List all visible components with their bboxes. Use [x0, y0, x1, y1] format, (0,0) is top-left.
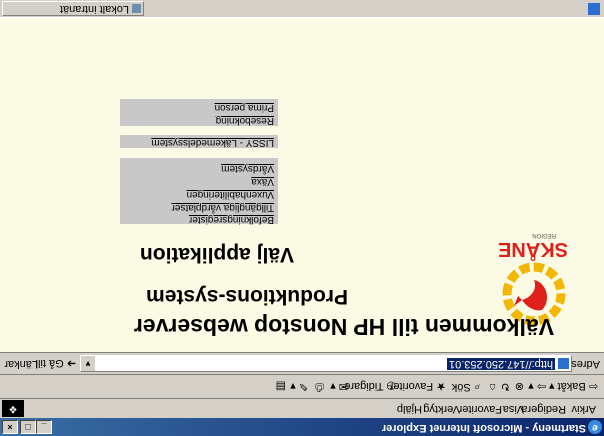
favorites-icon: ★: [436, 380, 446, 392]
page-status-icon: [588, 3, 600, 15]
toolbar: ⇦ Bakåt ▾ ⇨ ▾ ⊗ ↻ ⌂ ⌕ Sök ★ Favoriter ◷ …: [0, 374, 604, 398]
refresh-icon: ↻: [500, 380, 510, 392]
refresh-button[interactable]: ↻: [501, 380, 510, 393]
history-icon: ◷: [386, 380, 396, 392]
print-button[interactable]: ⎙: [315, 380, 324, 393]
address-dropdown-button[interactable]: ▼: [81, 356, 95, 371]
ie-icon: e: [588, 420, 602, 434]
logo-subtext: REGION: [532, 232, 556, 238]
back-arrow-icon: ⇦: [588, 380, 598, 392]
mail-button[interactable]: ✉ ▾: [330, 380, 348, 393]
go-arrow-icon: ➔: [66, 357, 76, 369]
forward-arrow-icon: ⇨: [536, 380, 546, 392]
application-group-3: Prima person Resebokning: [120, 99, 278, 126]
discuss-icon: ▤: [275, 380, 286, 392]
link-vuxenhabiliteringen[interactable]: Vuxenhabiliteringen: [187, 189, 274, 200]
menu-favoriter[interactable]: Favoriter: [459, 403, 502, 415]
close-button[interactable]: ×: [2, 420, 18, 434]
search-icon: ⌕: [473, 381, 480, 393]
title-bar: e Startmeny - Microsoft Internet Explore…: [0, 418, 604, 436]
application-group-1: Vårdsystem Växa Vuxenhabiliteringen Till…: [120, 158, 278, 225]
link-lissy[interactable]: LISSY - Läkemedelssystem: [151, 137, 274, 148]
link-befolkningsregister[interactable]: Befolkningsregister: [189, 214, 274, 225]
menu-arkiv[interactable]: Arkiv: [572, 403, 596, 415]
menu-bar: Arkiv Redigera Visa Favoriter Verktyg Hj…: [0, 398, 604, 418]
menu-hjalp[interactable]: Hjälp: [397, 403, 422, 415]
links-button[interactable]: Länkar: [4, 358, 38, 370]
browser-window: e Startmeny - Microsoft Internet Explore…: [0, 0, 604, 436]
minimize-button[interactable]: _: [36, 420, 52, 434]
link-resebokning[interactable]: Resebokning: [216, 115, 274, 126]
print-icon: ⎙: [315, 381, 324, 393]
edit-icon: ✎: [298, 380, 308, 392]
application-group-2: LISSY - Läkemedelssystem: [120, 135, 278, 148]
address-bar: Adress http://147.250.253.01 ▼ ➔ Gå till…: [0, 352, 604, 374]
zone-label: Lokalt intranät: [59, 3, 129, 15]
window-title: Startmeny - Microsoft Internet Explorer: [381, 422, 586, 434]
choose-application-label: Välj applikation: [139, 243, 294, 266]
discuss-button[interactable]: ▤: [276, 380, 286, 393]
page-icon: [558, 358, 569, 369]
edit-button[interactable]: ✎ ▾: [290, 380, 308, 393]
menu-verktyg[interactable]: Verktyg: [423, 403, 460, 415]
security-zone: Lokalt intranät: [2, 1, 144, 16]
logo-text: SKÅNE: [497, 238, 568, 260]
link-vardsystem[interactable]: Vårdsystem: [221, 163, 274, 174]
search-button[interactable]: ⌕ Sök: [452, 380, 480, 393]
link-tillgangliga-vardplatser[interactable]: Tillgängliga vårdplatser: [172, 202, 274, 213]
link-vaxa[interactable]: Växa: [251, 176, 274, 187]
link-prima-person[interactable]: Prima person: [215, 102, 274, 113]
intranet-icon: [132, 4, 141, 13]
back-button[interactable]: ⇦ Bakåt ▾: [549, 380, 598, 393]
maximize-button[interactable]: □: [20, 420, 36, 434]
page-subheading: Produktions-system: [146, 285, 348, 308]
stop-button[interactable]: ⊗: [515, 380, 524, 393]
home-button[interactable]: ⌂: [489, 381, 496, 393]
address-input[interactable]: http://147.250.253.01 ▼: [80, 355, 572, 372]
address-url[interactable]: http://147.250.253.01: [447, 358, 555, 370]
history-button[interactable]: ◷ Tidigare: [344, 380, 396, 393]
home-icon: ⌂: [489, 381, 496, 393]
menu-redigera[interactable]: Redigera: [521, 403, 566, 415]
menu-visa[interactable]: Visa: [503, 403, 524, 415]
mail-icon: ✉: [338, 380, 348, 392]
page-heading: Välkommen till HP Nonstop webserver: [133, 314, 554, 340]
page-content: SKÅNE REGION Välkommen till HP Nonstop w…: [0, 18, 604, 352]
status-bar: Lokalt intranät: [0, 0, 604, 18]
go-button[interactable]: ➔ Gå till: [36, 357, 76, 370]
forward-button[interactable]: ⇨ ▾: [528, 380, 546, 393]
stop-icon: ⊗: [514, 380, 524, 392]
favorites-button[interactable]: ★ Favoriter: [390, 380, 446, 393]
windows-logo-icon: ❖: [2, 400, 24, 417]
